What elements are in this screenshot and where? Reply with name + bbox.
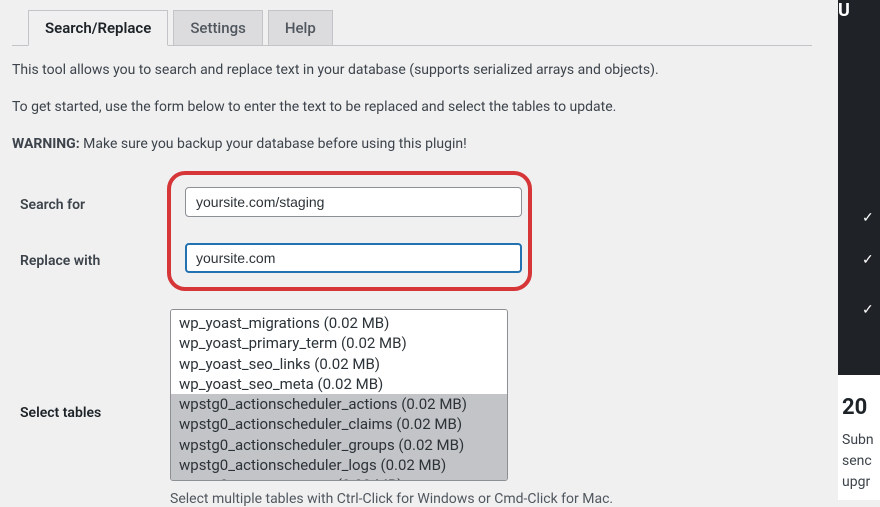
table-option[interactable]: wpstg0_actionscheduler_logs (0.02 MB): [171, 455, 507, 475]
sidebar-dark: U ✓ ✓ ✓: [838, 0, 880, 375]
search-input[interactable]: [185, 187, 522, 217]
tables-select[interactable]: wp_yoast_migrations (0.02 MB)wp_yoast_pr…: [170, 309, 508, 481]
warning-text: Make sure you backup your database befor…: [80, 136, 467, 152]
table-option[interactable]: wp_yoast_seo_links (0.02 MB): [171, 354, 507, 374]
intro-text: This tool allows you to search and repla…: [12, 60, 812, 155]
intro-p1: This tool allows you to search and repla…: [12, 60, 812, 81]
tab-search-replace[interactable]: Search/Replace: [28, 10, 168, 46]
intro-p2: To get started, use the form below to en…: [12, 97, 812, 118]
table-option[interactable]: wp_yoast_seo_meta (0.02 MB): [171, 374, 507, 394]
highlight-box: [167, 171, 532, 291]
label-select-tables: Select tables: [12, 309, 170, 421]
table-option[interactable]: wpstg0_actionscheduler_groups (0.02 MB): [171, 435, 507, 455]
sidebar-promo: U ✓ ✓ ✓ 20 Subn senc upgr: [838, 0, 880, 500]
table-option[interactable]: wpstg0_actionscheduler_actions (0.02 MB): [171, 394, 507, 414]
tab-settings[interactable]: Settings: [173, 10, 263, 46]
sidebar-heading-fragment: U: [838, 0, 880, 21]
tables-row: Select tables wp_yoast_migrations (0.02 …: [12, 309, 812, 481]
tables-hint: Select multiple tables with Ctrl-Click f…: [170, 491, 812, 507]
label-replace-with: Replace with: [12, 213, 167, 269]
table-option[interactable]: wp_yoast_migrations (0.02 MB): [171, 313, 507, 333]
tab-bar: Search/Replace Settings Help: [12, 10, 812, 46]
table-option[interactable]: wp_yoast_primary_term (0.02 MB): [171, 333, 507, 353]
sidebar-light: 20 Subn senc upgr: [838, 375, 880, 500]
promo-title: 20: [842, 395, 880, 420]
replace-input[interactable]: [185, 243, 522, 273]
check-icon: ✓: [862, 252, 874, 268]
main-content: Search/Replace Settings Help This tool a…: [0, 0, 830, 507]
intro-warning: WARNING: Make sure you backup your datab…: [12, 134, 812, 155]
warning-label: WARNING:: [12, 136, 80, 152]
tab-help[interactable]: Help: [268, 10, 333, 46]
check-icon: ✓: [862, 302, 874, 318]
promo-text: Subn senc upgr: [842, 430, 880, 493]
check-icon: ✓: [862, 210, 874, 226]
table-option[interactable]: wpstg0_commentmeta (0.02 MB): [171, 475, 507, 481]
label-search-for: Search for: [12, 171, 167, 213]
table-option[interactable]: wpstg0_actionscheduler_claims (0.02 MB): [171, 414, 507, 434]
